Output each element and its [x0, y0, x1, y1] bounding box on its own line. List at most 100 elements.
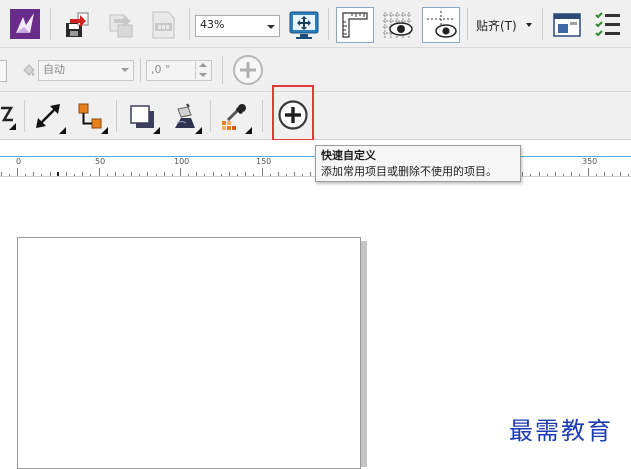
chevron-down-icon [121, 68, 129, 72]
show-rulers-button[interactable] [336, 7, 374, 43]
quick-customize-tooltip: 快速自定义 添加常用项目或删除不使用的项目。 [315, 145, 521, 182]
show-grid-button[interactable] [378, 8, 418, 42]
ruler-tick [278, 172, 279, 176]
zoom-level-value: 43% [200, 18, 225, 31]
ruler-tick [123, 174, 124, 176]
flyout-indicator-icon [59, 127, 66, 134]
text-tool-button[interactable] [0, 98, 16, 132]
color-eyedropper-tool-button[interactable] [216, 98, 252, 134]
toolbar-separator [140, 58, 141, 82]
ruler-tick [74, 174, 75, 176]
flyout-indicator-icon [153, 127, 160, 134]
grid-eye-icon [383, 12, 413, 38]
welcome-screen-button[interactable] [9, 8, 41, 40]
toolbar-separator [328, 8, 329, 40]
ruler-tick [9, 174, 10, 176]
ruler-tick [139, 174, 140, 176]
import-button[interactable] [58, 8, 96, 42]
toolbar-separator [542, 8, 543, 40]
ruler-tick [172, 174, 173, 176]
ruler-label: 150 [256, 157, 272, 166]
ruler-tick [628, 174, 629, 176]
drop-shadow-tool-button[interactable] [124, 98, 160, 134]
spin-up-button[interactable] [195, 62, 210, 70]
chevron-down-icon [199, 73, 207, 77]
ruler-label: 0 [16, 157, 22, 166]
toolbox [0, 92, 631, 140]
publish-pdf-button[interactable] [144, 8, 182, 42]
guidelines-eye-icon [427, 11, 457, 39]
full-screen-icon [289, 11, 319, 39]
fill-mode-icon-button[interactable] [20, 60, 38, 80]
ruler-tick [588, 168, 589, 176]
ruler-tick [596, 174, 597, 176]
angle-spinbox[interactable]: ,0 ° [146, 60, 212, 81]
flyout-indicator-icon [195, 127, 202, 134]
ruler-tick [164, 172, 165, 176]
ruler-tick [286, 174, 287, 176]
zoom-level-select[interactable]: 43% [195, 15, 280, 37]
ruler-tick [539, 172, 540, 176]
ruler-tick [156, 174, 157, 176]
pdf-icon [152, 11, 175, 39]
fill-mode-select[interactable]: 自动 [38, 60, 134, 81]
property-bar-quick-customize-button[interactable] [230, 53, 266, 87]
parallel-dimension-tool-button[interactable] [30, 98, 66, 134]
tooltip-description: 添加常用项目或删除不使用的项目。 [321, 165, 497, 178]
ruler-tick [270, 174, 271, 176]
flyout-indicator-icon [9, 123, 16, 130]
ruler-tick [90, 174, 91, 176]
ruler-tick [547, 174, 548, 176]
toolbar-separator [50, 8, 51, 40]
customize-list-button[interactable] [590, 8, 626, 42]
toolbar-separator [467, 8, 468, 40]
plus-circle-icon [233, 55, 263, 85]
snap-to-dropdown[interactable]: 贴齐(T) [472, 13, 536, 37]
ruler-tick [25, 174, 26, 176]
ruler-tick [579, 174, 580, 176]
ruler-tick [196, 172, 197, 176]
ruler-tick [99, 168, 100, 176]
standard-toolbar: 43% 贴齐(T) [0, 0, 631, 48]
document-page[interactable] [17, 237, 361, 469]
ruler-tick [221, 174, 222, 176]
chevron-down-icon [267, 25, 275, 29]
ruler-tick [571, 172, 572, 176]
toolbar-separator [210, 100, 211, 132]
coreldraw-logo-icon [10, 9, 40, 39]
toolbar-separator [262, 100, 263, 132]
ruler-tick [33, 172, 34, 176]
ruler-label: 350 [582, 157, 598, 166]
connector-tool-button[interactable] [72, 98, 108, 134]
options-button[interactable] [549, 8, 585, 42]
ruler-tick [302, 174, 303, 176]
ruler-tick [180, 168, 181, 176]
ruler-cursor-marker [57, 172, 59, 176]
fill-mode-value: 自动 [43, 63, 65, 76]
ruler-tick [245, 172, 246, 176]
spin-down-button[interactable] [195, 71, 210, 79]
property-bar: 自动 ,0 ° [0, 48, 631, 92]
checklist-icon [595, 12, 620, 37]
tooltip-title: 快速自定义 [321, 149, 376, 162]
ruler-tick [115, 172, 116, 176]
ruler-tick [17, 168, 18, 176]
transparency-tool-button[interactable] [166, 98, 202, 134]
ruler-tick [555, 172, 556, 176]
show-guidelines-button[interactable] [422, 7, 460, 43]
flyout-indicator-icon [245, 127, 252, 134]
ruler-tick [147, 172, 148, 176]
ruler-tick [50, 172, 51, 176]
ruler-tick [131, 172, 132, 176]
ruler-tick [82, 172, 83, 176]
ruler-tick [237, 174, 238, 176]
ruler-tick [612, 174, 613, 176]
page-shadow [361, 241, 367, 467]
ruler-icon [342, 12, 368, 38]
ruler-label: 50 [95, 157, 106, 166]
export-button[interactable] [102, 8, 140, 42]
full-screen-preview-button[interactable] [287, 8, 321, 42]
watermark-text: 最需教育 [509, 417, 613, 445]
ruler-tick [204, 174, 205, 176]
chevron-up-icon [199, 63, 207, 67]
